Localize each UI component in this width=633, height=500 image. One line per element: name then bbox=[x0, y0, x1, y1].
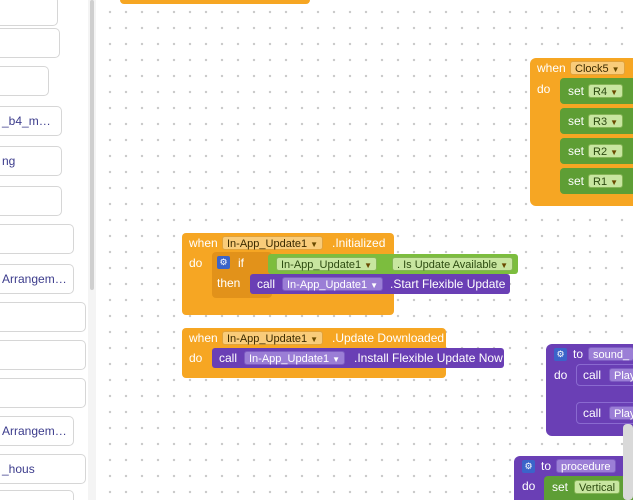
chevron-down-icon: ▼ bbox=[332, 355, 341, 364]
gear-icon[interactable]: ⚙ bbox=[217, 256, 230, 269]
r4-dropdown[interactable]: R4 ▼ bbox=[588, 84, 623, 98]
chevron-down-icon: ▼ bbox=[610, 118, 618, 127]
set-keyword: set bbox=[568, 144, 585, 158]
components-panel: _b4_m… ng Arrangem… Arrangem… _hous bbox=[0, 0, 96, 500]
then-keyword: then bbox=[217, 276, 241, 290]
set-r1-block[interactable]: set R1 ▼ bbox=[560, 168, 633, 194]
component-item[interactable] bbox=[0, 186, 62, 216]
do-keyword: do bbox=[522, 479, 536, 493]
gear-icon[interactable]: ⚙ bbox=[554, 348, 567, 361]
clock5-dropdown[interactable]: Clock5 ▼ bbox=[570, 61, 625, 75]
component-item[interactable] bbox=[0, 0, 58, 26]
call-keyword: call bbox=[257, 277, 276, 291]
procedure-name-field[interactable]: sound_ bbox=[588, 347, 633, 361]
blocks-workspace[interactable]: when Clock5 ▼ do set R4 ▼ set R3 ▼ set R2 ▼ … bbox=[98, 0, 633, 500]
vertical-dropdown[interactable]: Vertical bbox=[574, 480, 621, 494]
r2-dropdown[interactable]: R2 ▼ bbox=[588, 144, 623, 158]
set-vertical-block[interactable]: set Vertical bbox=[544, 476, 633, 500]
chevron-down-icon: ▼ bbox=[610, 148, 618, 157]
set-r2-block[interactable]: set R2 ▼ bbox=[560, 138, 633, 164]
method-name: .Install Flexible Update Now bbox=[354, 351, 503, 365]
do-keyword: do bbox=[189, 351, 203, 365]
set-keyword: set bbox=[568, 84, 585, 98]
component-dropdown[interactable]: In-App_Update1 ▼ bbox=[244, 351, 346, 365]
component-item[interactable] bbox=[0, 66, 49, 96]
component-item[interactable] bbox=[0, 224, 74, 254]
component-dropdown[interactable]: Play bbox=[609, 368, 633, 382]
component-item[interactable] bbox=[0, 28, 60, 58]
component-dropdown[interactable]: In-App_Update1 ▼ bbox=[222, 331, 324, 345]
when-keyword: when bbox=[189, 236, 218, 250]
component-item[interactable]: _hous bbox=[0, 454, 86, 484]
component-item[interactable]: ng bbox=[0, 146, 62, 176]
set-keyword: set bbox=[552, 480, 569, 494]
component-dropdown[interactable]: In-App_Update1 ▼ bbox=[276, 257, 378, 271]
sidebar-scroll-thumb[interactable] bbox=[90, 0, 94, 290]
component-dropdown[interactable]: Play bbox=[609, 406, 633, 420]
component-dropdown[interactable]: In-App_Update1 ▼ bbox=[222, 236, 324, 250]
call-play-block[interactable]: call Play bbox=[576, 402, 633, 424]
gear-icon[interactable]: ⚙ bbox=[522, 460, 535, 473]
chevron-down-icon: ▼ bbox=[610, 88, 618, 97]
method-name: .Start Flexible Update bbox=[390, 277, 506, 291]
component-item[interactable]: _b4_m… bbox=[0, 106, 62, 136]
to-keyword: to bbox=[541, 459, 552, 473]
component-dropdown[interactable]: In-App_Update1 ▼ bbox=[282, 277, 384, 291]
to-keyword: to bbox=[573, 347, 584, 361]
do-keyword: do bbox=[537, 82, 551, 96]
r1-dropdown[interactable]: R1 ▼ bbox=[588, 174, 623, 188]
chevron-down-icon: ▼ bbox=[364, 261, 373, 270]
set-r4-block[interactable]: set R4 ▼ bbox=[560, 78, 633, 104]
property-dropdown[interactable]: . Is Update Available ▼ bbox=[392, 257, 514, 271]
chevron-down-icon: ▼ bbox=[500, 261, 509, 270]
chevron-down-icon: ▼ bbox=[370, 281, 379, 290]
chevron-down-icon: ▼ bbox=[310, 240, 319, 249]
set-r3-block[interactable]: set R3 ▼ bbox=[560, 108, 633, 134]
component-item[interactable]: Arrangem… bbox=[0, 264, 74, 294]
procedure-name-field[interactable]: procedure bbox=[556, 459, 616, 473]
component-item[interactable] bbox=[0, 378, 86, 408]
workspace-scrollbar[interactable] bbox=[623, 424, 633, 500]
event-name: .Initialized bbox=[332, 236, 386, 250]
chevron-down-icon: ▼ bbox=[310, 335, 319, 344]
component-item[interactable] bbox=[0, 302, 86, 332]
install-flexible-update-call-block[interactable]: call In-App_Update1 ▼ .Install Flexible U… bbox=[212, 348, 504, 368]
call-keyword: call bbox=[219, 351, 238, 365]
do-keyword: do bbox=[554, 368, 568, 382]
if-keyword: if bbox=[238, 256, 244, 270]
partial-event-block[interactable] bbox=[120, 0, 310, 4]
component-item[interactable] bbox=[0, 340, 86, 370]
when-keyword: when bbox=[189, 331, 218, 345]
start-flexible-update-call-block[interactable]: call In-App_Update1 ▼ .Start Flexible Upd… bbox=[250, 274, 510, 294]
component-item[interactable] bbox=[0, 490, 74, 500]
call-keyword: call bbox=[583, 406, 602, 420]
do-keyword: do bbox=[189, 256, 203, 270]
set-keyword: set bbox=[568, 114, 585, 128]
is-update-available-block[interactable]: In-App_Update1 ▼ . Is Update Available ▼ bbox=[268, 254, 518, 274]
chevron-down-icon: ▼ bbox=[610, 178, 618, 187]
component-item[interactable]: Arrangem… bbox=[0, 416, 74, 446]
chevron-down-icon: ▼ bbox=[611, 65, 620, 74]
set-keyword: set bbox=[568, 174, 585, 188]
when-keyword: when bbox=[537, 61, 566, 75]
call-play-block[interactable]: call Play bbox=[576, 364, 633, 386]
event-name: .Update Downloaded bbox=[332, 331, 445, 345]
r3-dropdown[interactable]: R3 ▼ bbox=[588, 114, 623, 128]
call-keyword: call bbox=[583, 368, 602, 382]
